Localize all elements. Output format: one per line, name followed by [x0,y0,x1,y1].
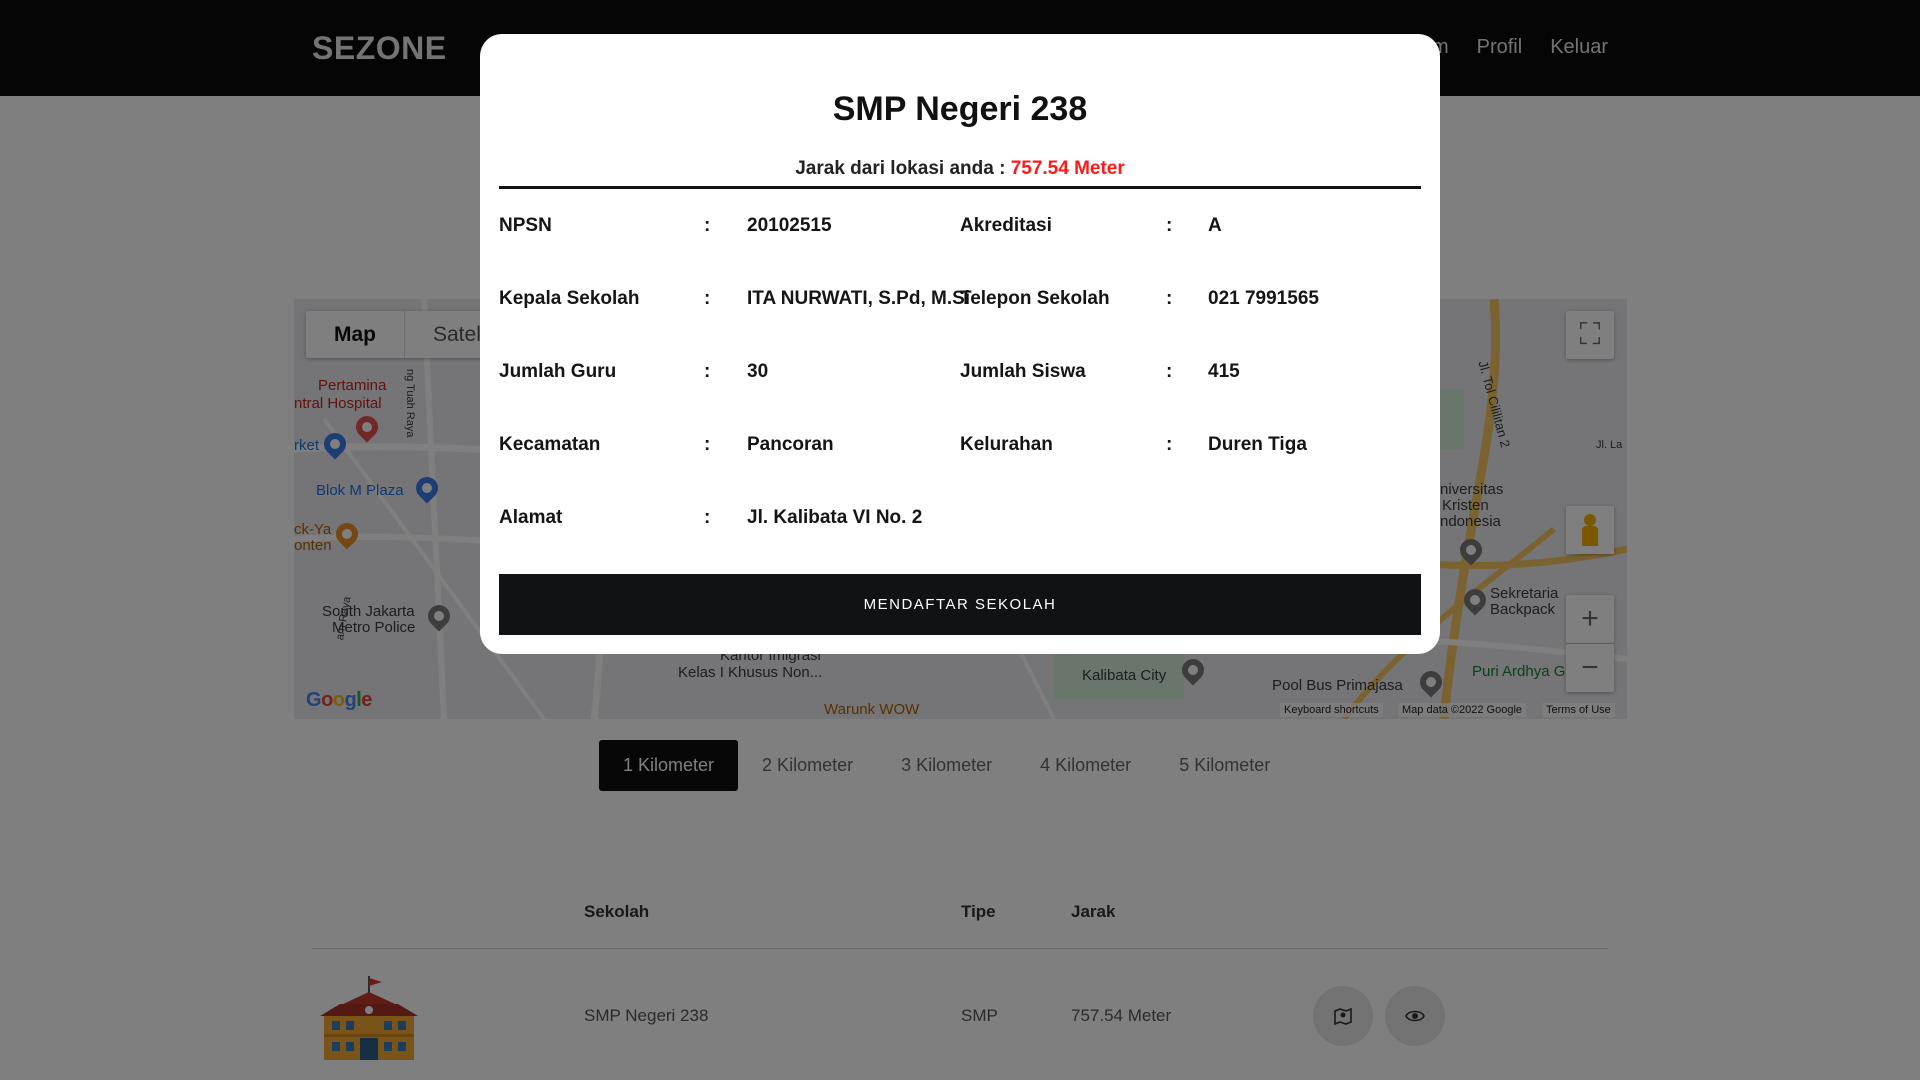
school-detail-modal: SMP Negeri 238 Jarak dari lokasi anda : … [480,34,1440,654]
kepala-sekolah-value: ITA NURWATI, S.Pd, M.Si [747,288,971,309]
separator: : [704,288,711,309]
jumlah-siswa-value: 415 [1208,361,1240,382]
kepala-sekolah-label: Kepala Sekolah [499,288,640,309]
npsn-label: NPSN [499,215,552,236]
kecamatan-label: Kecamatan [499,434,601,455]
npsn-value: 20102515 [747,215,832,236]
detail-row: Kecamatan : Pancoran Kelurahan : Duren T… [499,434,1421,464]
detail-row: Jumlah Guru : 30 Jumlah Siswa : 415 [499,361,1421,391]
distance-label: Jarak dari lokasi anda : [795,158,1006,179]
distance-info: Jarak dari lokasi anda : 757.54 Meter [480,158,1440,180]
alamat-value: Jl. Kalibata VI No. 2 [747,507,923,528]
separator: : [704,361,711,382]
jumlah-guru-value: 30 [747,361,769,382]
detail-row: Alamat : Jl. Kalibata VI No. 2 [499,507,1421,537]
jumlah-siswa-label: Jumlah Siswa [960,361,1086,382]
separator: : [1166,434,1173,455]
detail-row: NPSN : 20102515 Akreditasi : A [499,215,1421,245]
separator: : [704,215,711,236]
jumlah-guru-label: Jumlah Guru [499,361,617,382]
modal-title: SMP Negeri 238 [832,90,1088,128]
separator: : [704,434,711,455]
akreditasi-value: A [1208,215,1222,236]
detail-row: Kepala Sekolah : ITA NURWATI, S.Pd, M.Si… [499,288,1421,318]
alamat-label: Alamat [499,507,563,528]
telepon-label: Telepon Sekolah [960,288,1110,309]
register-school-button[interactable]: MENDAFTAR SEKOLAH [499,574,1421,635]
kelurahan-label: Kelurahan [960,434,1053,455]
separator: : [704,507,711,528]
separator: : [1166,215,1173,236]
kecamatan-value: Pancoran [747,434,834,455]
separator: : [1166,361,1173,382]
modal-divider [499,186,1421,189]
kelurahan-value: Duren Tiga [1208,434,1307,455]
distance-value: 757.54 Meter [1010,158,1125,179]
telepon-value: 021 7991565 [1208,288,1319,309]
separator: : [1166,288,1173,309]
akreditasi-label: Akreditasi [960,215,1052,236]
